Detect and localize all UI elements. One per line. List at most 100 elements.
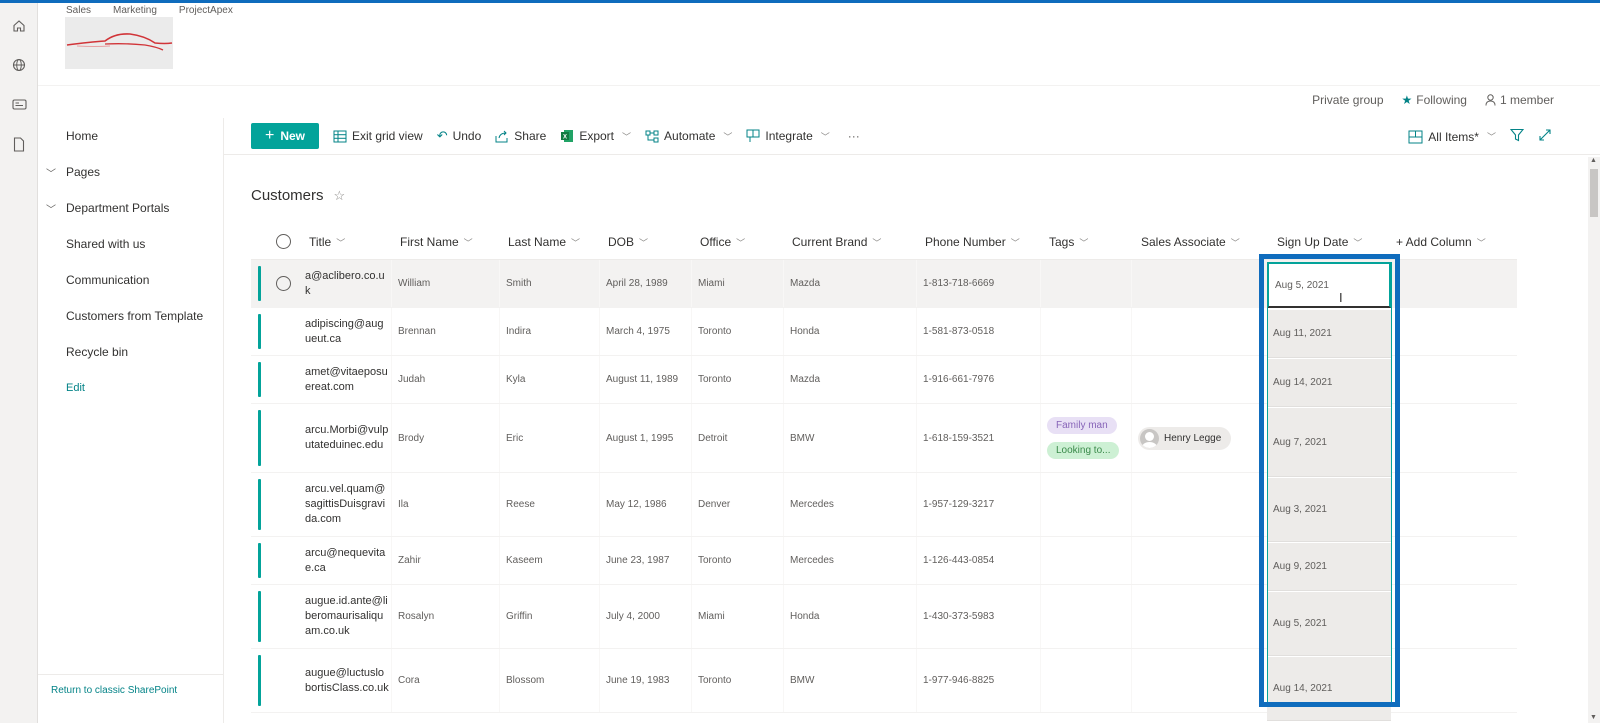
cell-sign-up-date[interactable]: Aug 11, 2021	[1267, 310, 1391, 358]
column-header-tags[interactable]: Tags ﹀	[1049, 235, 1088, 249]
nav-edit-link[interactable]: Edit	[66, 382, 85, 394]
chevron-down-icon[interactable]: ﹀	[46, 201, 56, 216]
cell-dob[interactable]: March 4, 1975	[599, 308, 670, 355]
cell-dob[interactable]: April 28, 1989	[599, 260, 668, 307]
cell-dob[interactable]: June 23, 1987	[599, 537, 669, 584]
globe-icon[interactable]	[10, 56, 28, 74]
column-header-phone-number[interactable]: Phone Number ﹀	[925, 235, 1020, 249]
nav-item-communication[interactable]: Communication	[66, 273, 149, 287]
vertical-scrollbar[interactable]: ▲ ▼	[1588, 157, 1600, 723]
cell-office[interactable]: Toronto	[691, 649, 731, 712]
hub-nav-sales[interactable]: Sales	[66, 5, 91, 16]
person-pill[interactable]: Henry Legge	[1138, 426, 1232, 450]
cell-office[interactable]: Toronto	[691, 537, 731, 584]
cell-sign-up-date[interactable]: Aug 3, 2021	[1267, 478, 1391, 542]
cell-dob[interactable]: June 19, 1983	[599, 649, 669, 712]
column-header-last-name[interactable]: Last Name ﹀	[508, 235, 580, 249]
row-select-radio[interactable]	[276, 276, 291, 291]
home-icon[interactable]	[10, 17, 28, 35]
cell-phone[interactable]: 1-977-946-8825	[916, 649, 994, 712]
column-header-title[interactable]: Title ﹀	[309, 235, 345, 249]
cell-office[interactable]: Detroit	[691, 404, 727, 472]
cell-sales-associate[interactable]	[1131, 308, 1138, 355]
integrate-button[interactable]: Integrate ﹀	[746, 129, 830, 143]
cell-phone[interactable]: 1-813-718-6669	[916, 260, 994, 307]
cell-phone[interactable]: 1-957-129-3217	[916, 473, 994, 536]
scroll-down-icon[interactable]: ▼	[1590, 714, 1597, 721]
cell-brand[interactable]: BMW	[783, 649, 814, 712]
column-header-first-name[interactable]: First Name ﹀	[400, 235, 473, 249]
cell-last[interactable]: Kyla	[499, 356, 525, 403]
expand-icon[interactable]	[1538, 128, 1552, 145]
members-button[interactable]: 1 member	[1485, 93, 1554, 107]
cell-last[interactable]: Smith	[499, 260, 532, 307]
nav-item-home[interactable]: Home	[66, 129, 98, 143]
hub-nav-marketing[interactable]: Marketing	[113, 5, 157, 16]
cell-tags[interactable]	[1040, 585, 1047, 648]
nav-item-recycle-bin[interactable]: Recycle bin	[66, 345, 128, 359]
scroll-up-icon[interactable]: ▲	[1590, 157, 1597, 164]
cell-brand[interactable]: Mercedes	[783, 537, 834, 584]
add-column-button[interactable]: + Add Column ﹀	[1396, 235, 1486, 249]
cell-office[interactable]: Toronto	[691, 356, 731, 403]
cell-office[interactable]: Miami	[691, 260, 725, 307]
tag-pill[interactable]: Family man	[1047, 417, 1117, 434]
column-header-sales-associate[interactable]: Sales Associate ﹀	[1141, 235, 1240, 249]
cell-tags[interactable]	[1040, 649, 1047, 712]
cell-phone[interactable]: 1-916-661-7976	[916, 356, 994, 403]
cell-title[interactable]: arcu.vel.quam@sagittisDuisgravida.com	[305, 473, 389, 536]
nav-item-department-portals[interactable]: ﹀ Department Portals	[46, 201, 169, 216]
cell-sales-associate[interactable]	[1131, 356, 1138, 403]
following-button[interactable]: ★ Following	[1402, 93, 1467, 107]
cell-brand[interactable]: Mazda	[783, 260, 820, 307]
cell-phone[interactable]: 1-618-159-3521	[916, 404, 994, 472]
cell-dob[interactable]: August 1, 1995	[599, 404, 673, 472]
view-selector[interactable]: All Items* ﹀	[1408, 130, 1496, 144]
cell-title[interactable]: augue.id.ante@liberomaurisaliquam.co.uk	[305, 585, 389, 648]
share-button[interactable]: Share	[495, 129, 546, 143]
cell-first[interactable]: Brennan	[391, 308, 436, 355]
cell-title[interactable]: arcu.Morbi@vulputateduinec.edu	[305, 404, 389, 472]
cell-sales-associate[interactable]	[1131, 473, 1138, 536]
cell-tags[interactable]	[1040, 260, 1047, 307]
column-header-dob[interactable]: DOB ﹀	[608, 235, 648, 249]
cell-last[interactable]: Blossom	[499, 649, 544, 712]
cell-first[interactable]: Ila	[391, 473, 409, 536]
cell-sign-up-date[interactable]: Aug 14, 2021	[1267, 657, 1391, 721]
filter-icon[interactable]	[1509, 128, 1525, 145]
cell-last[interactable]: Eric	[499, 404, 523, 472]
cell-sales-associate[interactable]: Henry Legge	[1131, 404, 1232, 472]
hub-nav-projectapex[interactable]: ProjectApex	[179, 5, 233, 16]
cell-title[interactable]: adipiscing@augueut.ca	[305, 308, 389, 355]
cell-first[interactable]: Rosalyn	[391, 585, 434, 648]
cell-title[interactable]: amet@vitaeposuereat.com	[305, 356, 389, 403]
nav-item-pages[interactable]: ﹀ Pages	[46, 165, 100, 180]
cell-brand[interactable]: BMW	[783, 404, 814, 472]
more-actions-button[interactable]: ···	[848, 129, 860, 143]
exit-grid-view-button[interactable]: Exit grid view	[333, 129, 423, 143]
cell-dob[interactable]: May 12, 1986	[599, 473, 667, 536]
cell-title[interactable]: arcu@nequevitae.ca	[305, 537, 389, 584]
cell-phone[interactable]: 1-126-443-0854	[916, 537, 994, 584]
scrollbar-thumb[interactable]	[1590, 169, 1598, 217]
cell-last[interactable]: Griffin	[499, 585, 533, 648]
cell-tags[interactable]: Family man Looking to...	[1040, 404, 1120, 472]
chevron-down-icon[interactable]: ﹀	[46, 165, 56, 180]
news-icon[interactable]	[10, 95, 28, 113]
new-button[interactable]: + New	[251, 123, 319, 149]
cell-office[interactable]: Miami	[691, 585, 725, 648]
cell-first[interactable]: Zahir	[391, 537, 421, 584]
column-header-current-brand[interactable]: Current Brand ﹀	[792, 235, 881, 249]
cell-title[interactable]: augue@luctuslobortisClass.co.uk	[305, 649, 389, 712]
cell-sales-associate[interactable]	[1131, 649, 1138, 712]
automate-button[interactable]: Automate ﹀	[645, 129, 732, 143]
cell-brand[interactable]: Mazda	[783, 356, 820, 403]
cell-brand[interactable]: Honda	[783, 585, 819, 648]
cell-tags[interactable]	[1040, 308, 1047, 355]
cell-phone[interactable]: 1-581-873-0518	[916, 308, 994, 355]
nav-item-shared-with-us[interactable]: Shared with us	[66, 237, 145, 251]
cell-sales-associate[interactable]	[1131, 585, 1138, 648]
cell-last[interactable]: Reese	[499, 473, 535, 536]
cell-dob[interactable]: August 11, 1989	[599, 356, 678, 403]
cell-tags[interactable]	[1040, 473, 1047, 536]
